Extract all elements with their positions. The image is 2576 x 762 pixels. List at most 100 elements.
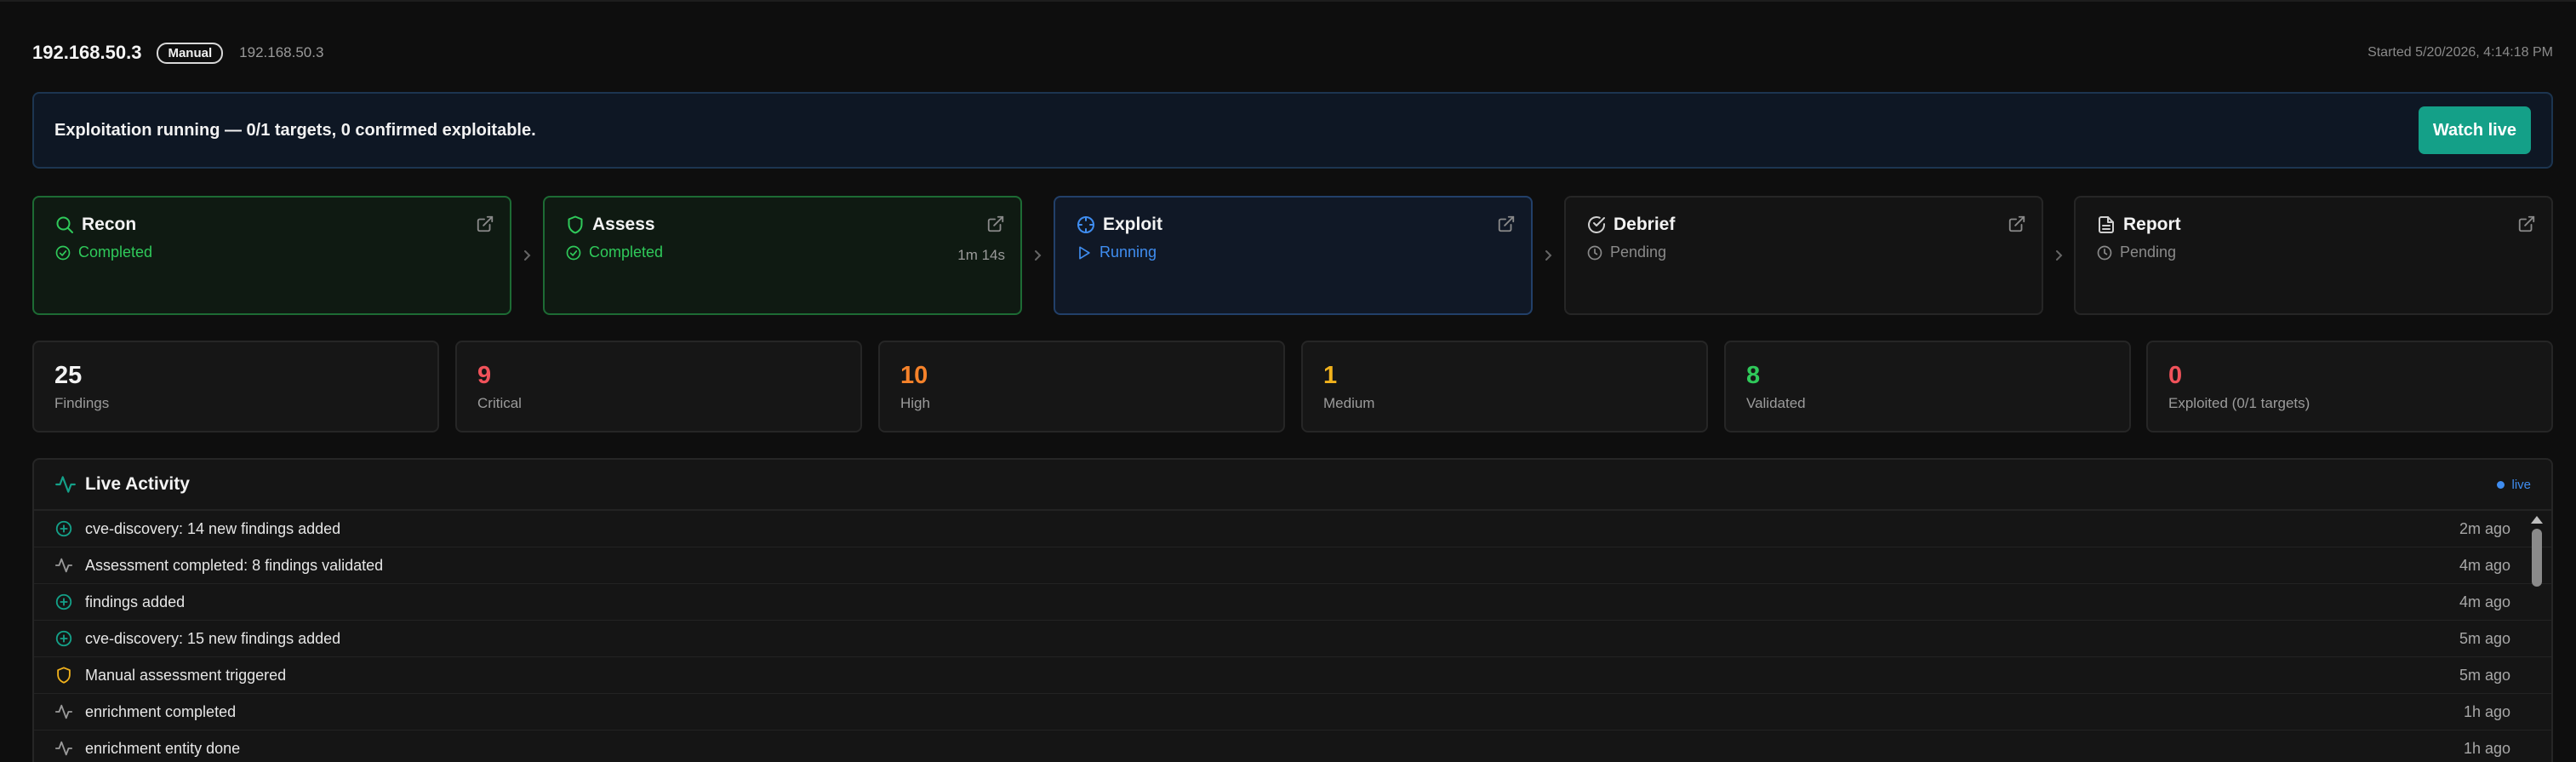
stat-value: 25: [54, 362, 83, 389]
stat-card-high: 10 High: [878, 341, 1285, 433]
external-link-icon[interactable]: [2517, 215, 2536, 233]
stage-status: Running: [1100, 243, 1157, 261]
search-icon: [56, 216, 73, 233]
stage-card-report[interactable]: Report Pending: [2074, 196, 2553, 315]
pipeline-stages: Recon Completed Assess Completed 1m 14s: [32, 196, 2553, 315]
page-header: 192.168.50.3 Manual 192.168.50.3 Started…: [32, 39, 2553, 66]
play-icon: [1079, 246, 1090, 259]
stage-name: Recon: [82, 215, 137, 234]
clock-icon: [1587, 245, 1602, 260]
document-icon: [2099, 216, 2114, 233]
activity-icon: [54, 741, 73, 756]
scan-detail-page: 192.168.50.3 Manual 192.168.50.3 Started…: [0, 0, 2576, 762]
activity-text: findings added: [85, 593, 186, 610]
external-link-icon[interactable]: [2008, 215, 2026, 233]
activity-time: 2m ago: [2459, 519, 2510, 537]
stage-card-recon[interactable]: Recon Completed: [32, 196, 511, 315]
stat-card-medium: 1 Medium: [1301, 341, 1708, 433]
stat-label: Findings: [54, 395, 110, 411]
activity-time: 5m ago: [2459, 629, 2510, 647]
exploitation-status-banner: Exploitation running — 0/1 targets, 0 co…: [32, 92, 2553, 169]
stage-card-exploit[interactable]: Exploit Running: [1054, 196, 1533, 315]
chevron-right-icon: [1035, 250, 1042, 261]
check-circle-icon: [55, 245, 71, 260]
activity-text: cve-discovery: 14 new findings added: [85, 519, 341, 537]
live-activity-title: Live Activity: [85, 474, 190, 494]
activity-row: cve-discovery: 15 new findings added 5m …: [34, 621, 2551, 657]
plus-circle-icon: [55, 593, 72, 610]
stat-label: High: [900, 395, 930, 411]
stage-name: Report: [2123, 215, 2181, 234]
stat-value: 8: [1746, 362, 1761, 389]
live-dot: [2497, 480, 2505, 489]
activity-time: 1h ago: [2463, 702, 2510, 720]
activity-scrollbar[interactable]: [2529, 513, 2545, 762]
external-link-icon[interactable]: [1497, 215, 1516, 233]
banner-text: Exploitation running — 0/1 targets, 0 co…: [54, 120, 536, 140]
host-subtitle: 192.168.50.3: [239, 44, 324, 60]
stat-value: 0: [2168, 362, 2183, 389]
shield-icon: [568, 215, 583, 234]
stage-duration: 1m 14s: [957, 247, 1005, 263]
external-link-icon[interactable]: [476, 215, 494, 233]
activity-time: 1h ago: [2463, 739, 2510, 757]
activity-text: Assessment completed: 8 findings validat…: [85, 556, 384, 574]
plus-circle-icon: [55, 630, 72, 647]
stage-card-assess[interactable]: Assess Completed 1m 14s: [543, 196, 1022, 315]
activity-icon: [54, 558, 73, 573]
check-circle-icon: [566, 245, 581, 260]
chevron-right-icon: [1545, 250, 1552, 261]
chevron-right-icon: [2056, 250, 2063, 261]
live-label: live: [2511, 477, 2531, 492]
stat-value: 1: [1323, 362, 1338, 389]
clock-icon: [2097, 245, 2112, 260]
activity-row: enrichment completed 1h ago: [34, 694, 2551, 730]
live-activity-header: Live Activity live: [34, 460, 2551, 511]
chevron-right-icon: [524, 250, 531, 261]
activity-time: 4m ago: [2459, 593, 2510, 610]
stat-card-critical: 9 Critical: [455, 341, 862, 433]
stat-card-findings: 25 Findings: [32, 341, 439, 433]
activity-row: cve-discovery: 14 new findings added 2m …: [34, 511, 2551, 547]
activity-list[interactable]: cve-discovery: 14 new findings added 2m …: [34, 511, 2551, 762]
stage-status: Pending: [2120, 243, 2177, 261]
live-indicator: live: [2497, 478, 2531, 492]
activity-row: Manual assessment triggered 5m ago: [34, 657, 2551, 694]
stage-status: Completed: [78, 243, 153, 261]
activity-time: 5m ago: [2459, 666, 2510, 684]
plus-circle-icon: [55, 520, 72, 537]
stat-label: Exploited (0/1 targets): [2168, 395, 2310, 411]
activity-text: cve-discovery: 15 new findings added: [85, 629, 341, 647]
scroll-up-arrow-icon[interactable]: [2531, 516, 2543, 524]
scroll-thumb[interactable]: [2532, 529, 2542, 587]
stats-row: 25 Findings 9 Critical 10 High 1 Medium …: [32, 341, 2553, 433]
manual-badge: Manual: [157, 42, 224, 64]
stat-value: 10: [900, 362, 928, 389]
activity-time: 4m ago: [2459, 556, 2510, 574]
shield-icon: [57, 667, 71, 684]
stat-label: Critical: [477, 395, 522, 411]
activity-row: findings added 4m ago: [34, 584, 2551, 621]
watch-live-button[interactable]: Watch live: [2418, 106, 2531, 154]
stage-name: Debrief: [1614, 215, 1676, 234]
crosshair-icon: [1077, 216, 1094, 233]
stage-name: Assess: [592, 215, 655, 234]
stage-card-debrief[interactable]: Debrief Pending: [1564, 196, 2043, 315]
stat-card-validated: 8 Validated: [1724, 341, 2131, 433]
activity-text: enrichment completed: [85, 702, 237, 720]
activity-icon: [55, 476, 76, 493]
stage-status: Completed: [589, 243, 664, 261]
external-link-icon[interactable]: [986, 215, 1005, 233]
activity-text: Manual assessment triggered: [85, 666, 287, 684]
stage-name: Exploit: [1103, 215, 1163, 234]
activity-text: enrichment entity done: [85, 739, 241, 757]
started-timestamp: Started 5/20/2026, 4:14:18 PM: [2368, 45, 2553, 60]
activity-row: Assessment completed: 8 findings validat…: [34, 547, 2551, 584]
activity-row: enrichment entity done 1h ago: [34, 730, 2551, 762]
live-activity-panel: Live Activity live cve-discovery: 14 new…: [32, 458, 2553, 762]
page-title: 192.168.50.3: [32, 42, 142, 63]
stage-status: Pending: [1610, 243, 1667, 261]
stat-value: 9: [477, 362, 492, 389]
stat-label: Validated: [1746, 395, 1806, 411]
stat-label: Medium: [1323, 395, 1375, 411]
